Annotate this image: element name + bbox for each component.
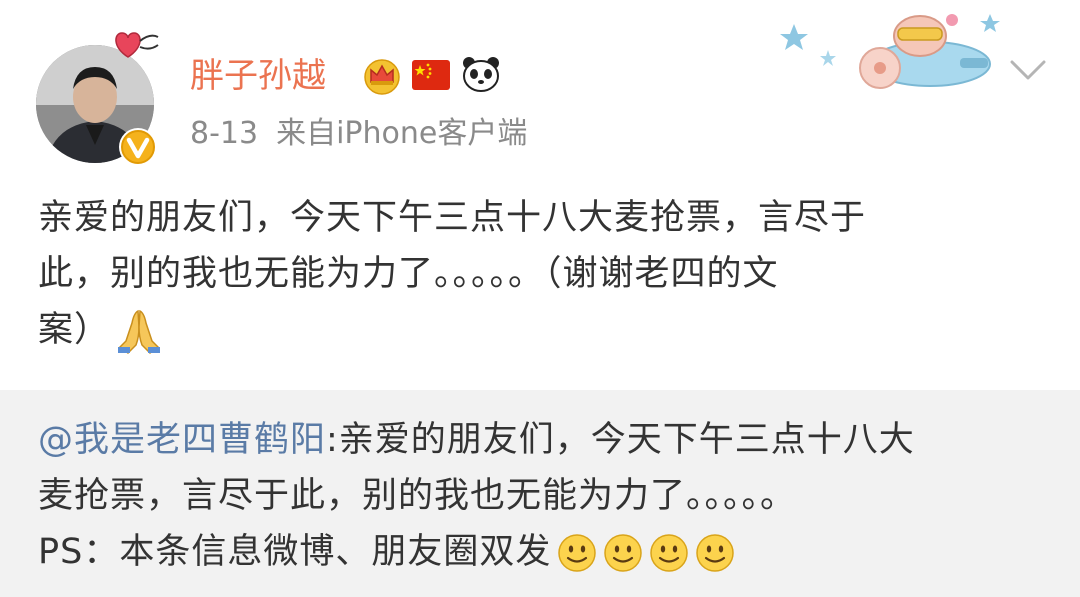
panda-icon	[463, 57, 499, 92]
post-date: 8-13	[190, 116, 259, 151]
china-flag-icon	[412, 60, 450, 90]
repost-line-3-text: PS：本条信息微博、朋友圈双发	[38, 532, 552, 572]
username[interactable]: 胖子孙越	[190, 52, 326, 100]
verified-v-icon	[119, 128, 157, 166]
mention-link[interactable]: @我是老四曹鹤阳	[38, 420, 326, 460]
post-text: 亲爱的朋友们，今天下午三点十八大麦抢票，言尽于 此，别的我也无能为力了。。。。。…	[38, 190, 1050, 358]
repost-box[interactable]: @我是老四曹鹤阳:亲爱的朋友们，今天下午三点十八大 麦抢票，言尽于此，别的我也无…	[0, 390, 1080, 597]
heart-icon	[115, 32, 159, 58]
post-text-line-3: 案）	[38, 302, 1050, 358]
repost-text: @我是老四曹鹤阳:亲爱的朋友们，今天下午三点十八大 麦抢票，言尽于此，别的我也无…	[38, 412, 1038, 580]
smile-emoji-icon	[604, 534, 643, 572]
post-source[interactable]: 来自iPhone客户端	[276, 116, 527, 151]
crown-icon	[364, 59, 400, 95]
card-decoration	[780, 14, 1000, 89]
repost-line-1: @我是老四曹鹤阳:亲爱的朋友们，今天下午三点十八大	[38, 412, 1038, 468]
repost-line-3: PS：本条信息微博、朋友圈双发	[38, 524, 1038, 580]
post-text-line-1: 亲爱的朋友们，今天下午三点十八大麦抢票，言尽于	[38, 198, 867, 238]
repost-line-1-text: :亲爱的朋友们，今天下午三点十八大	[326, 420, 915, 460]
chevron-down-icon[interactable]	[1008, 56, 1048, 84]
repost-line-2: 麦抢票，言尽于此，别的我也无能为力了。。。。。	[38, 476, 797, 516]
post-text-line-2: 此，别的我也无能为力了。。。。。（谢谢老四的文	[38, 254, 779, 294]
praying-hands-icon	[118, 309, 161, 354]
smile-emoji-icon	[558, 534, 597, 572]
post-text-line-3-text: 案）	[38, 310, 111, 350]
smile-emoji-icon	[696, 534, 735, 572]
post-meta: 8-13 来自iPhone客户端	[190, 112, 545, 156]
smile-emoji-icon	[650, 534, 689, 572]
